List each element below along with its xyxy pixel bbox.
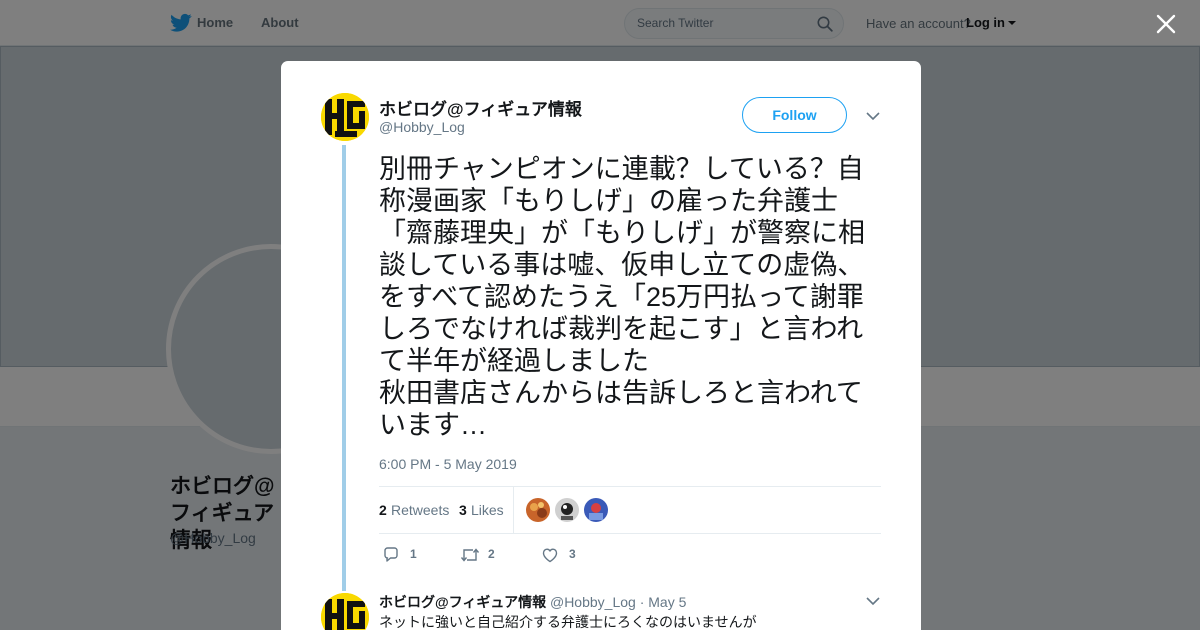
reply-icon bbox=[384, 547, 398, 562]
reply-author-name[interactable]: ホビログ@フィギュア情報 bbox=[379, 594, 546, 610]
author-avatar[interactable] bbox=[321, 93, 369, 141]
tweet-text: 別冊チャンピオンに連載？している？自称漫画家「もりしげ」の雇った弁護士「齋藤理央… bbox=[379, 154, 865, 440]
reply-header: ホビログ@フィギュア情報 @Hobby_Log · May 5 bbox=[379, 592, 686, 612]
close-icon[interactable] bbox=[1155, 13, 1177, 35]
follow-button[interactable]: Follow bbox=[742, 97, 847, 133]
heart-icon bbox=[542, 548, 558, 563]
like-action-count: 3 bbox=[569, 547, 576, 561]
reply-count: 1 bbox=[410, 547, 417, 561]
retweet-icon bbox=[460, 548, 480, 562]
stats-divider bbox=[513, 487, 514, 533]
retweet-action-count: 2 bbox=[488, 547, 495, 561]
liker-avatar[interactable] bbox=[555, 498, 579, 522]
chevron-down-icon[interactable] bbox=[866, 596, 880, 606]
tweet-timestamp[interactable]: 6:00 PM - 5 May 2019 bbox=[379, 456, 517, 472]
reply-meta[interactable]: @Hobby_Log · May 5 bbox=[546, 594, 686, 610]
thread-line bbox=[342, 145, 346, 591]
liker-avatar[interactable] bbox=[526, 498, 550, 522]
chevron-down-icon[interactable] bbox=[866, 111, 880, 121]
retweets-label[interactable]: Retweets bbox=[391, 502, 449, 518]
retweets-count[interactable]: 2 bbox=[379, 502, 387, 518]
hobilog-logo-icon bbox=[321, 593, 369, 630]
likes-count[interactable]: 3 bbox=[459, 502, 467, 518]
author-screen-name[interactable]: @Hobby_Log bbox=[379, 119, 465, 135]
hobilog-logo-icon bbox=[321, 93, 369, 141]
reply-text: ネットに強いと自己紹介する弁護士にろくなのはいませんが bbox=[379, 614, 757, 630]
author-display-name[interactable]: ホビログ@フィギュア情報 bbox=[379, 95, 582, 120]
tweet-modal: ホビログ@フィギュア情報 @Hobby_Log Follow 別冊チャンピオンに… bbox=[281, 61, 921, 630]
liker-avatar[interactable] bbox=[584, 498, 608, 522]
likes-label[interactable]: Likes bbox=[471, 502, 504, 518]
tweet-stats: 2 Retweets 3 Likes bbox=[379, 486, 881, 534]
reply-author-avatar[interactable] bbox=[321, 593, 369, 630]
